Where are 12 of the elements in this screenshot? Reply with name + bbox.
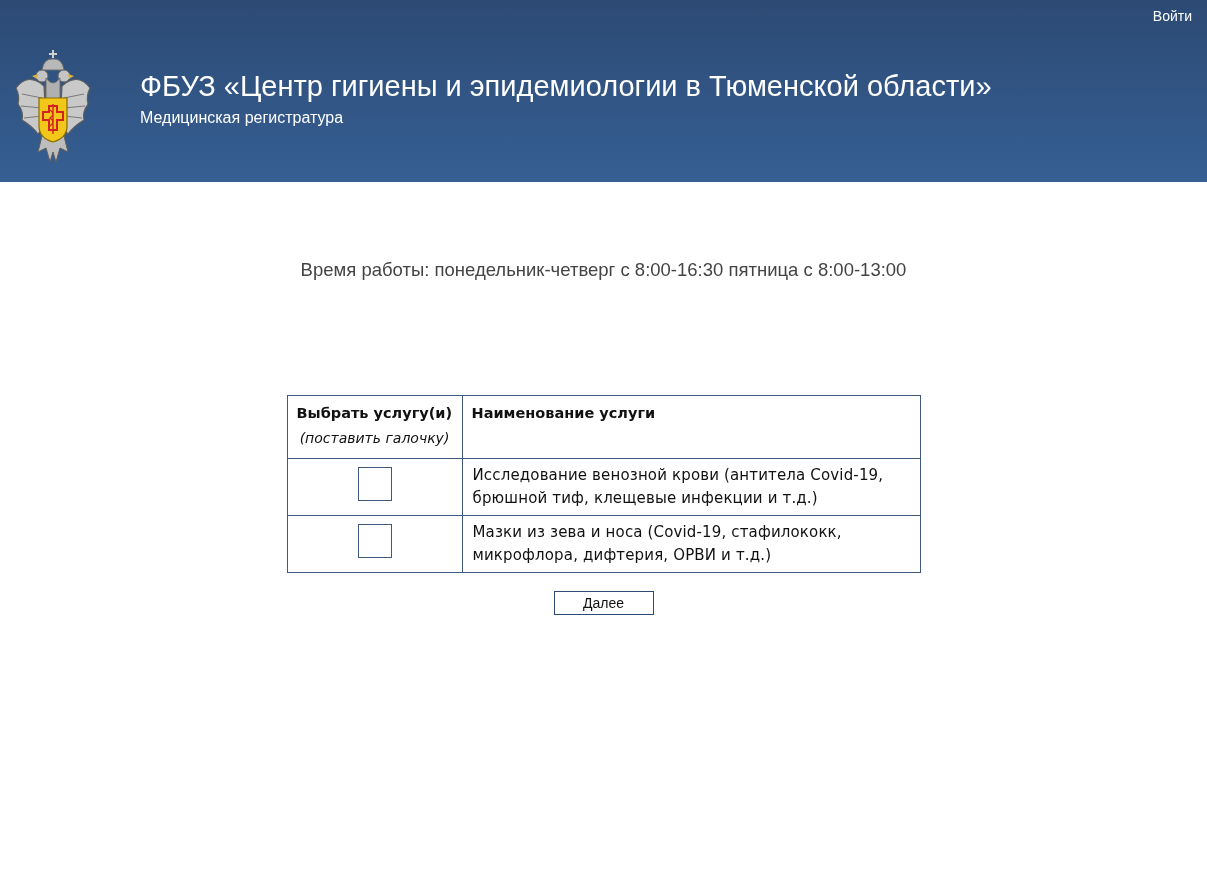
service-checkbox[interactable] (357, 467, 392, 501)
login-link[interactable]: Войти (1152, 6, 1192, 26)
site-title: ФБУЗ «Центр гигиены и эпидемиологии в Тюменской области» (140, 69, 992, 103)
column-header: Наименование услуги (471, 404, 657, 423)
working-hours-text: Время работы: понедельник-четверг с 8:00-16:30 пятница с 8:00-13:00 (300, 259, 907, 281)
service-name: Мазки из зева и носа (Covid-19, стафилококк, микрофлора, дифтерия, ОРВИ и т.д.) (472, 522, 843, 566)
next-button[interactable]: Далее (553, 591, 654, 615)
site-subtitle: Медицинская регистратура (140, 108, 345, 128)
column-header: Выбрать услугу(и) (296, 404, 453, 423)
column-hint: (поставить галочку) (298, 429, 451, 448)
service-checkbox[interactable] (357, 524, 392, 558)
service-name: Исследование венозной крови (антитела Covid-19, брюшной тиф, клещевые инфекции и т.д.) (472, 465, 885, 509)
